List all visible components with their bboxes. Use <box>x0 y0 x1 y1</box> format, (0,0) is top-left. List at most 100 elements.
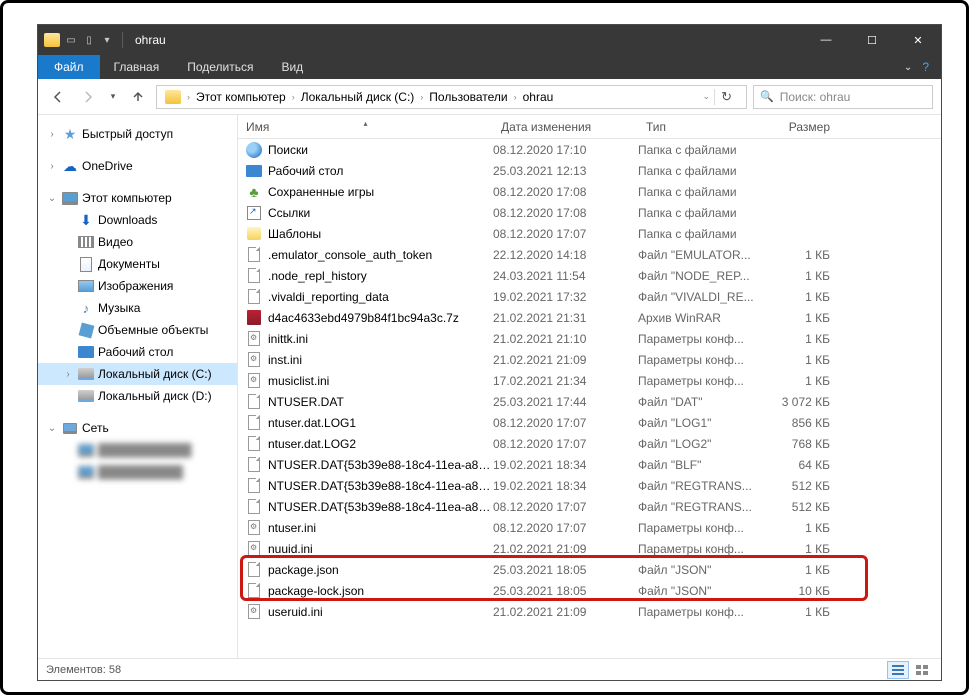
sidebar-documents[interactable]: Документы <box>38 253 237 275</box>
file-row[interactable]: ntuser.dat.LOG208.12.2020 17:07Файл "LOG… <box>238 433 941 454</box>
nav-history-button[interactable]: ▾ <box>106 85 120 109</box>
ini-icon <box>246 352 262 368</box>
file-row[interactable]: useruid.ini21.02.2021 21:09Параметры кон… <box>238 601 941 622</box>
file-row[interactable]: NTUSER.DAT{53b39e88-18c4-11ea-a811-0...0… <box>238 496 941 517</box>
file-size: 10 КБ <box>758 584 848 598</box>
nav-back-button[interactable] <box>46 85 70 109</box>
nav-forward-button[interactable] <box>76 85 100 109</box>
column-date[interactable]: Дата изменения <box>493 120 638 134</box>
file-row[interactable]: NTUSER.DAT{53b39e88-18c4-11ea-a811-0...1… <box>238 475 941 496</box>
view-thumbnails-button[interactable] <box>911 661 933 679</box>
file-row[interactable]: package-lock.json25.03.2021 18:05Файл "J… <box>238 580 941 601</box>
sidebar-downloads[interactable]: ⬇Downloads <box>38 209 237 231</box>
file-row[interactable]: ntuser.dat.LOG108.12.2020 17:07Файл "LOG… <box>238 412 941 433</box>
sidebar-3d-objects[interactable]: Объемные объекты <box>38 319 237 341</box>
sidebar-network-item[interactable]: ██████████ <box>38 461 237 483</box>
file-row[interactable]: Рабочий стол25.03.2021 12:13Папка с файл… <box>238 160 941 181</box>
file-date: 21.02.2021 21:10 <box>493 332 638 346</box>
chevron-icon[interactable]: › <box>292 92 295 102</box>
file-date: 08.12.2020 17:10 <box>493 143 638 157</box>
file-name: useruid.ini <box>268 605 493 619</box>
file-type: Папка с файлами <box>638 206 758 220</box>
ribbon-collapse-icon[interactable]: ⌄ <box>904 62 912 73</box>
ribbon: Файл Главная Поделиться Вид ⌄ ? <box>38 55 941 79</box>
breadcrumb-item[interactable]: Локальный диск (C:) <box>297 90 419 104</box>
file-row[interactable]: musiclist.ini17.02.2021 21:34Параметры к… <box>238 370 941 391</box>
file-name: .emulator_console_auth_token <box>268 248 493 262</box>
file-date: 19.02.2021 18:34 <box>493 479 638 493</box>
file-icon <box>246 268 262 284</box>
sidebar-network[interactable]: ⌄Сеть <box>38 417 237 439</box>
sidebar-this-pc[interactable]: ⌄Этот компьютер <box>38 187 237 209</box>
chevron-icon[interactable]: › <box>187 92 190 102</box>
tab-home[interactable]: Главная <box>100 56 174 78</box>
tab-share[interactable]: Поделиться <box>173 56 267 78</box>
file-type: Файл "JSON" <box>638 584 758 598</box>
sidebar-desktop[interactable]: Рабочий стол <box>38 341 237 363</box>
file-row[interactable]: ntuser.ini08.12.2020 17:07Параметры конф… <box>238 517 941 538</box>
column-name[interactable]: ▴Имя <box>238 120 493 134</box>
file-row[interactable]: Шаблоны08.12.2020 17:07Папка с файлами <box>238 223 941 244</box>
minimize-button[interactable]: — <box>803 25 849 55</box>
file-size: 1 КБ <box>758 542 848 556</box>
address-dropdown-icon[interactable]: ⌄ <box>703 91 711 102</box>
qat-chevron-icon[interactable]: ▾ <box>100 33 114 47</box>
file-row[interactable]: inittk.ini21.02.2021 21:10Параметры конф… <box>238 328 941 349</box>
maximize-button[interactable]: ☐ <box>849 25 895 55</box>
item-count: Элементов: 58 <box>46 664 121 676</box>
chevron-icon[interactable]: › <box>514 92 517 102</box>
file-row[interactable]: .vivaldi_reporting_data19.02.2021 17:32Ф… <box>238 286 941 307</box>
file-size: 1 КБ <box>758 311 848 325</box>
file-row[interactable]: nuuid.ini21.02.2021 21:09Параметры конф.… <box>238 538 941 559</box>
file-type: Файл "REGTRANS... <box>638 500 758 514</box>
tab-view[interactable]: Вид <box>267 56 317 78</box>
sidebar-images[interactable]: Изображения <box>38 275 237 297</box>
file-size: 1 КБ <box>758 269 848 283</box>
refresh-icon[interactable]: ↻ <box>714 89 738 105</box>
file-row[interactable]: NTUSER.DAT25.03.2021 17:44Файл "DAT"3 07… <box>238 391 941 412</box>
cloud-icon: ☁ <box>62 158 78 174</box>
file-type: Файл "REGTRANS... <box>638 479 758 493</box>
qat-properties-icon[interactable]: ▭ <box>64 33 78 47</box>
sidebar-quick-access[interactable]: ›★Быстрый доступ <box>38 123 237 145</box>
file-size: 1 КБ <box>758 332 848 346</box>
view-details-button[interactable] <box>887 661 909 679</box>
chevron-icon[interactable]: › <box>420 92 423 102</box>
qat-new-folder-icon[interactable]: ▯ <box>82 33 96 47</box>
sidebar-onedrive[interactable]: ›☁OneDrive <box>38 155 237 177</box>
breadcrumb-item[interactable]: ohrau <box>519 90 558 104</box>
file-row[interactable]: inst.ini21.02.2021 21:09Параметры конф..… <box>238 349 941 370</box>
sidebar-videos[interactable]: Видео <box>38 231 237 253</box>
column-size[interactable]: Размер <box>758 120 848 134</box>
file-type: Файл "BLF" <box>638 458 758 472</box>
search-input[interactable]: 🔍 Поиск: ohrau <box>753 85 933 109</box>
column-type[interactable]: Тип <box>638 120 758 134</box>
file-date: 08.12.2020 17:07 <box>493 416 638 430</box>
nav-up-button[interactable] <box>126 85 150 109</box>
close-button[interactable]: ✕ <box>895 25 941 55</box>
file-row[interactable]: package.json25.03.2021 18:05Файл "JSON"1… <box>238 559 941 580</box>
tab-file[interactable]: Файл <box>38 55 100 79</box>
file-row[interactable]: Ссылки08.12.2020 17:08Папка с файлами <box>238 202 941 223</box>
file-icon <box>246 247 262 263</box>
status-bar: Элементов: 58 <box>38 658 941 680</box>
file-row[interactable]: NTUSER.DAT{53b39e88-18c4-11ea-a811-0...1… <box>238 454 941 475</box>
breadcrumb-item[interactable]: Этот компьютер <box>192 90 290 104</box>
file-row[interactable]: .emulator_console_auth_token22.12.2020 1… <box>238 244 941 265</box>
breadcrumb-item[interactable]: Пользователи <box>425 90 511 104</box>
file-row[interactable]: d4ac4633ebd4979b84f1bc94a3c.7z21.02.2021… <box>238 307 941 328</box>
sidebar-music[interactable]: ♪Музыка <box>38 297 237 319</box>
window-title: ohrau <box>131 33 166 47</box>
file-row[interactable]: .node_repl_history24.03.2021 11:54Файл "… <box>238 265 941 286</box>
file-size: 768 КБ <box>758 437 848 451</box>
sidebar-network-item[interactable]: ███████████ <box>38 439 237 461</box>
sidebar-drive-d[interactable]: Локальный диск (D:) <box>38 385 237 407</box>
file-row[interactable]: ♣Сохраненные игры08.12.2020 17:08Папка с… <box>238 181 941 202</box>
help-icon[interactable]: ? <box>922 60 929 74</box>
address-bar[interactable]: › Этот компьютер › Локальный диск (C:) ›… <box>156 85 747 109</box>
document-icon <box>78 256 94 272</box>
file-row[interactable]: Поиски08.12.2020 17:10Папка с файлами <box>238 139 941 160</box>
sidebar-drive-c[interactable]: ›Локальный диск (C:) <box>38 363 237 385</box>
file-name: .node_repl_history <box>268 269 493 283</box>
file-date: 08.12.2020 17:08 <box>493 206 638 220</box>
